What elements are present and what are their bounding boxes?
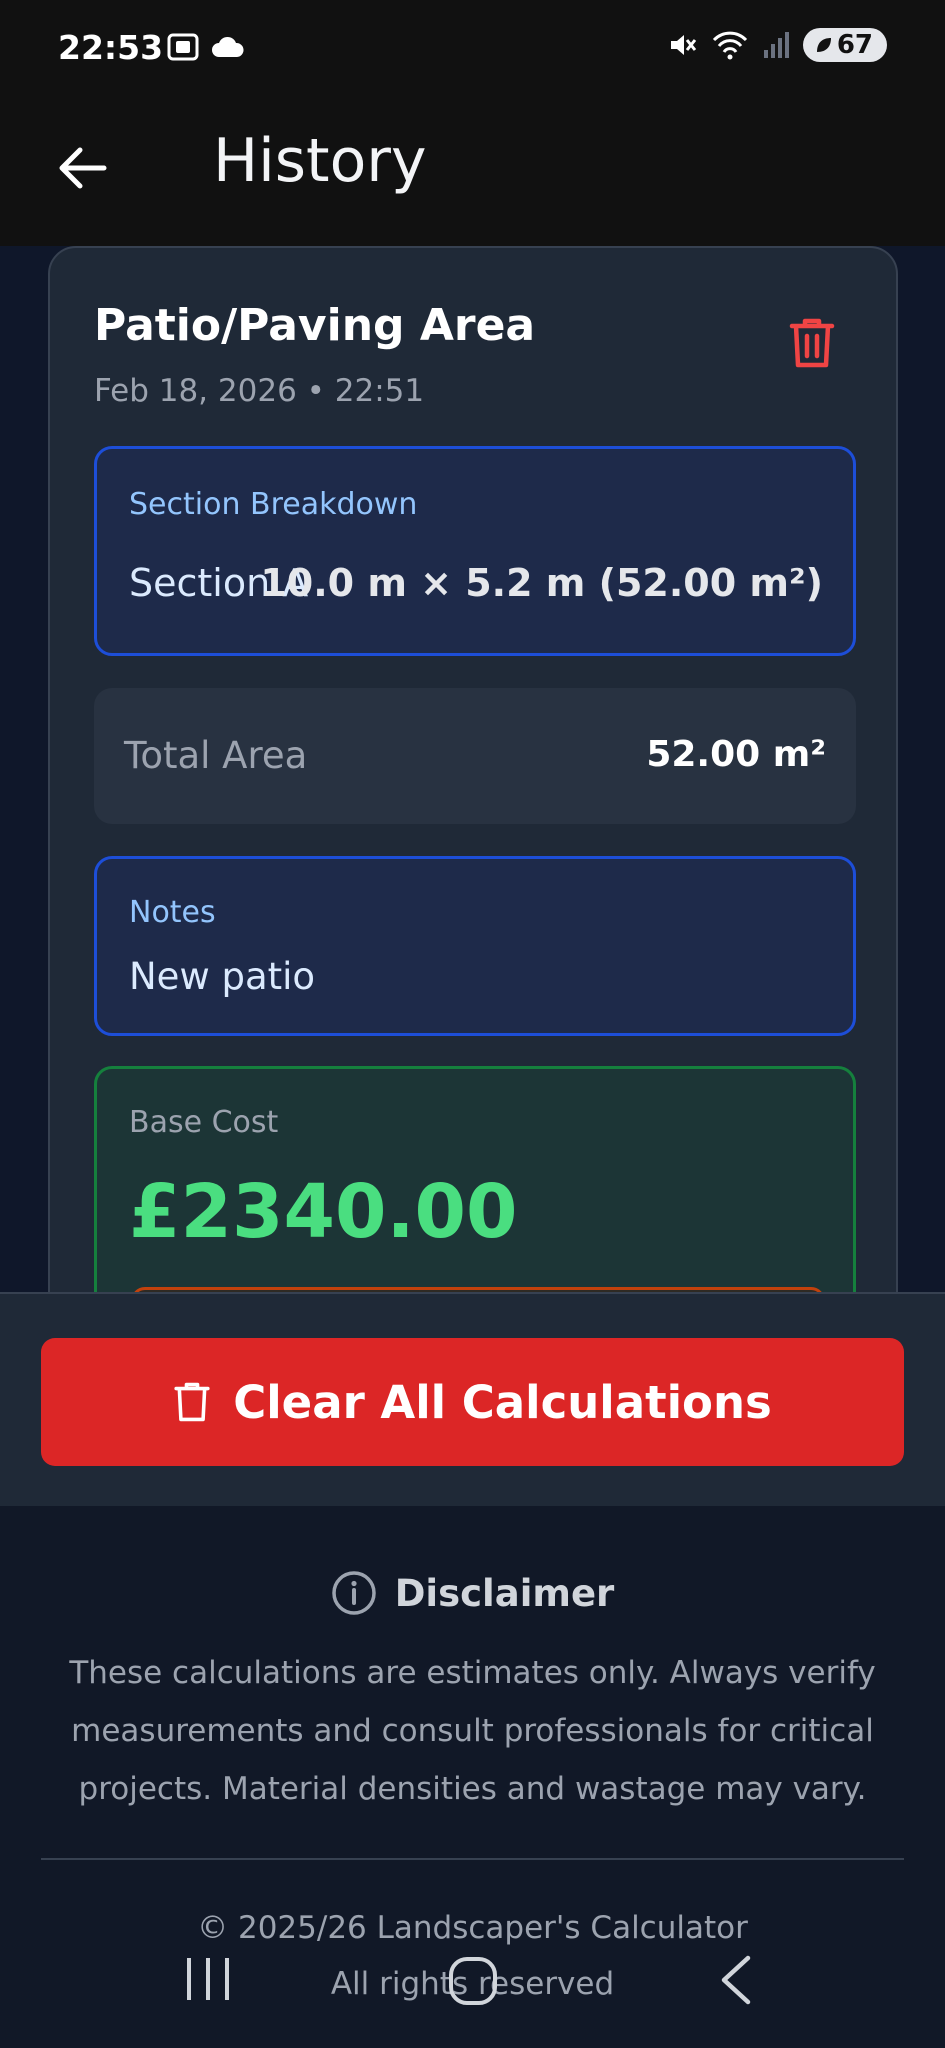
divider xyxy=(41,1858,904,1860)
notes-text: New patio xyxy=(129,955,316,998)
status-bar: 22:53 67 xyxy=(0,0,945,100)
calculation-date: Feb 18, 2026 • 22:51 xyxy=(94,373,425,409)
status-time: 22:53 xyxy=(58,28,164,67)
section-breakdown: Section Breakdown Section A 10.0 m × 5.2… xyxy=(94,446,856,656)
breakdown-title: Section Breakdown xyxy=(129,487,418,522)
calculation-title: Patio/Paving Area xyxy=(94,300,536,351)
system-navigation-bar xyxy=(0,1940,945,2048)
notes-box: Notes New patio xyxy=(94,856,856,1036)
section-dimensions: 10.0 m × 5.2 m (52.00 m²) xyxy=(260,561,823,605)
total-area-label: Total Area xyxy=(124,734,308,777)
disclaimer-header: Disclaimer xyxy=(0,1570,945,1616)
screenshot-icon xyxy=(167,33,199,61)
wifi-icon xyxy=(712,31,747,60)
info-icon xyxy=(331,1571,376,1615)
trash-icon xyxy=(174,1382,210,1422)
leaf-icon xyxy=(816,38,831,52)
page-title: History xyxy=(213,126,427,196)
base-cost-value: £2340.00 xyxy=(129,1169,518,1255)
disclaimer-title: Disclaimer xyxy=(394,1571,615,1615)
nav-back-icon[interactable] xyxy=(718,1954,752,2006)
signal-icon xyxy=(763,32,789,58)
total-area-value: 52.00 m² xyxy=(646,734,826,775)
mute-icon xyxy=(670,35,696,55)
base-cost-label: Base Cost xyxy=(129,1105,279,1140)
battery-level: 67 xyxy=(836,30,873,60)
trash-icon[interactable] xyxy=(788,316,836,370)
home-icon[interactable] xyxy=(448,1956,498,2006)
clear-all-label: Clear All Calculations xyxy=(233,1375,772,1429)
cloud-icon xyxy=(212,36,244,57)
action-panel: Clear All Calculations xyxy=(0,1292,945,1506)
arrow-left-icon[interactable] xyxy=(52,138,112,198)
notes-title: Notes xyxy=(129,895,216,930)
app-bar: History xyxy=(0,100,945,246)
recents-icon[interactable] xyxy=(185,1954,231,2004)
disclaimer-text: These calculations are estimates only. A… xyxy=(69,1655,876,1807)
battery-indicator: 67 xyxy=(802,28,887,62)
total-area-row: Total Area 52.00 m² xyxy=(94,688,856,824)
calculation-card: Patio/Paving Area Feb 18, 2026 • 22:51 S… xyxy=(48,246,898,1366)
clear-all-button[interactable]: Clear All Calculations xyxy=(41,1338,904,1466)
